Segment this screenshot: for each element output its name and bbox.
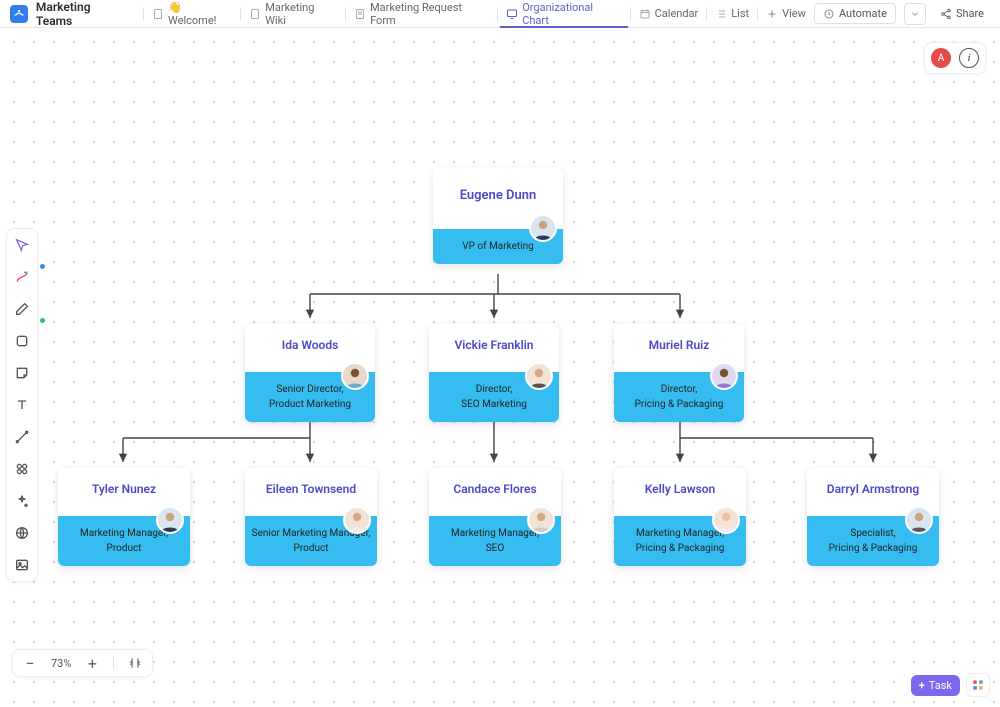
automate-button[interactable]: Automate — [814, 3, 896, 24]
text-tool[interactable] — [12, 395, 32, 415]
new-task-button[interactable]: + Task — [911, 675, 960, 696]
user-avatar[interactable]: A — [931, 48, 951, 68]
tab-label: Marketing Wiki — [265, 1, 337, 27]
tab-calendar[interactable]: Calendar — [631, 0, 707, 27]
tab-label: Calendar — [655, 7, 699, 20]
header-right-controls: Automate Share — [814, 3, 990, 25]
org-card-ida[interactable]: Ida Woods Senior Director, Product Marke… — [245, 324, 375, 422]
top-bar: Marketing Teams 👋 Welcome! Marketing Wik… — [0, 0, 1000, 28]
fit-icon — [128, 656, 142, 670]
avatar-icon — [527, 506, 555, 534]
avatar-icon — [529, 214, 557, 242]
automate-icon — [823, 8, 835, 20]
org-card-candace[interactable]: Candace Flores Marketing Manager, SEO — [429, 468, 561, 566]
sticky-note-tool[interactable] — [12, 363, 32, 383]
doc-icon — [152, 8, 164, 20]
automate-label: Automate — [839, 7, 887, 20]
connector-tool[interactable] — [12, 267, 32, 287]
info-icon[interactable]: i — [959, 48, 979, 68]
org-card-muriel[interactable]: Muriel Ruiz Director, Pricing & Packagin… — [614, 324, 744, 422]
tab-wiki[interactable]: Marketing Wiki — [241, 0, 345, 27]
tab-org-chart[interactable]: Organizational Chart — [498, 0, 629, 27]
shape-tool[interactable] — [12, 331, 32, 351]
tab-welcome[interactable]: 👋 Welcome! — [144, 0, 240, 27]
tab-label: Marketing Request Form — [370, 1, 489, 27]
tab-request-form[interactable]: Marketing Request Form — [346, 0, 497, 27]
org-card-eileen[interactable]: Eileen Townsend Senior Marketing Manager… — [245, 468, 377, 566]
globe-tool[interactable] — [12, 523, 32, 543]
tab-list[interactable]: List — [707, 0, 757, 27]
automate-caret-button[interactable] — [904, 3, 926, 25]
chevron-down-icon — [910, 9, 920, 19]
form-icon — [354, 8, 366, 20]
bottom-right-controls: + Task — [911, 673, 990, 697]
whiteboard-canvas[interactable]: A i — [0, 28, 1000, 707]
presence-cursor-dot — [40, 264, 45, 269]
share-label: Share — [956, 7, 984, 20]
tab-label: View — [782, 7, 806, 20]
org-card-tyler[interactable]: Tyler Nunez Marketing Manager, Product — [58, 468, 190, 566]
avatar-icon — [525, 362, 553, 390]
share-button[interactable]: Share — [934, 4, 990, 23]
avatar-icon — [710, 362, 738, 390]
apps-button[interactable] — [966, 673, 990, 697]
image-tool[interactable] — [12, 555, 32, 575]
drawing-toolbar — [6, 228, 38, 582]
whiteboard-icon — [506, 8, 518, 20]
doc-icon — [249, 8, 261, 20]
select-tool[interactable] — [12, 235, 32, 255]
presence-panel: A i — [924, 42, 986, 74]
zoom-percent: 73% — [51, 657, 71, 670]
zoom-controls: − 73% + — [12, 649, 153, 677]
avatar-icon — [343, 506, 371, 534]
grid-icon — [971, 678, 985, 692]
presence-cursor-dot — [40, 318, 45, 323]
avatar-icon — [712, 506, 740, 534]
share-icon — [940, 8, 952, 20]
fit-to-screen-button[interactable] — [126, 654, 144, 672]
avatar-icon — [341, 362, 369, 390]
task-label: Task — [929, 679, 952, 692]
plus-icon — [766, 8, 778, 20]
calendar-icon — [639, 8, 651, 20]
org-card-darryl[interactable]: Darryl Armstrong Specialist, Pricing & P… — [807, 468, 939, 566]
org-card-kelly[interactable]: Kelly Lawson Marketing Manager, Pricing … — [614, 468, 746, 566]
zoom-out-button[interactable]: − — [21, 654, 39, 672]
page-title: Marketing Teams — [36, 0, 129, 28]
zoom-in-button[interactable]: + — [83, 654, 101, 672]
plus-icon: + — [919, 679, 925, 692]
org-card-vickie[interactable]: Vickie Franklin Director, SEO Marketing — [429, 324, 559, 422]
org-card-eugene[interactable]: Eugene Dunn VP of Marketing — [433, 168, 563, 264]
line-tool[interactable] — [12, 427, 32, 447]
tab-add-view[interactable]: View — [758, 0, 814, 27]
view-tabs: 👋 Welcome! Marketing Wiki Marketing Requ… — [143, 0, 814, 27]
pen-tool[interactable] — [12, 299, 32, 319]
avatar-icon — [156, 506, 184, 534]
stamp-tool[interactable] — [12, 459, 32, 479]
tab-label: 👋 Welcome! — [168, 1, 232, 27]
tab-label: List — [731, 7, 749, 20]
app-logo[interactable] — [10, 5, 28, 23]
avatar-icon — [905, 506, 933, 534]
spark-tool[interactable] — [12, 491, 32, 511]
tab-label: Organizational Chart — [522, 1, 621, 27]
list-icon — [715, 8, 727, 20]
